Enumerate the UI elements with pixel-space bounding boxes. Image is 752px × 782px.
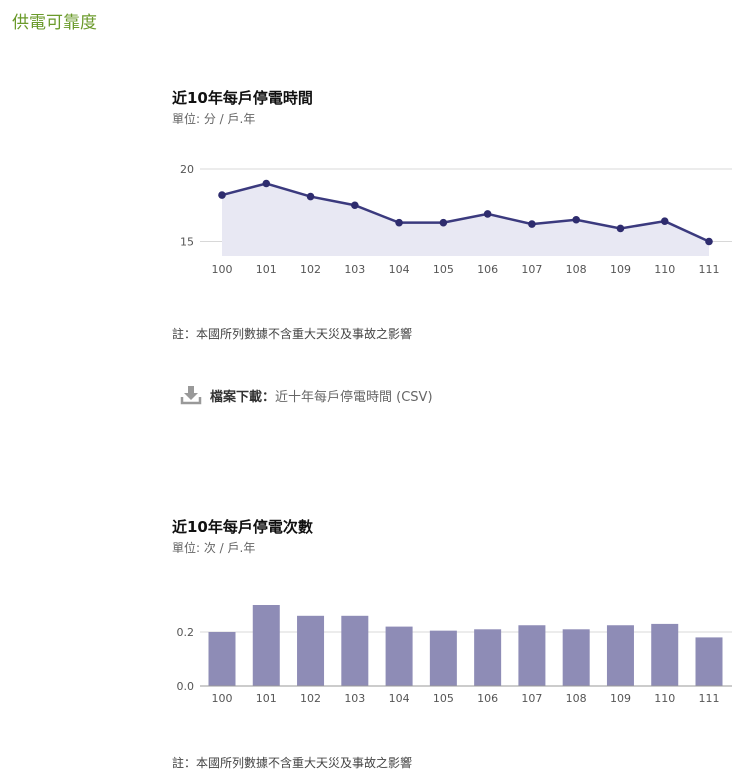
x-tick-label: 110: [654, 692, 675, 705]
bar: [385, 626, 413, 686]
bar: [341, 615, 369, 686]
x-tick-label: 102: [300, 692, 321, 705]
x-tick-label: 104: [389, 692, 410, 705]
bar: [606, 625, 634, 686]
x-tick-label: 101: [256, 692, 277, 705]
bar: [695, 637, 723, 686]
bar: [562, 629, 590, 686]
bar: [208, 632, 236, 686]
x-tick-label: 108: [566, 692, 587, 705]
x-tick-label: 109: [610, 692, 631, 705]
y-tick-label: 0.0: [177, 680, 195, 693]
x-tick-label: 111: [699, 692, 720, 705]
y-tick-label: 0.2: [177, 626, 195, 639]
x-tick-label: 105: [433, 692, 454, 705]
bar: [429, 630, 457, 686]
bar: [518, 625, 546, 686]
outage-frequency-chart: 0.0 0.2 100 101 102 103 104 105 106 107 108 109 110 1…: [177, 605, 732, 705]
bar: [651, 623, 679, 686]
bar: [474, 629, 502, 686]
bar: [252, 605, 280, 686]
chart2-note: 註：本國所列數據不含重大天災及事故之影響: [172, 756, 413, 770]
x-tick-label: 100: [212, 692, 233, 705]
x-tick-label: 107: [521, 692, 542, 705]
x-tick-label: 106: [477, 692, 498, 705]
bar: [297, 615, 325, 686]
x-tick-label: 103: [344, 692, 365, 705]
